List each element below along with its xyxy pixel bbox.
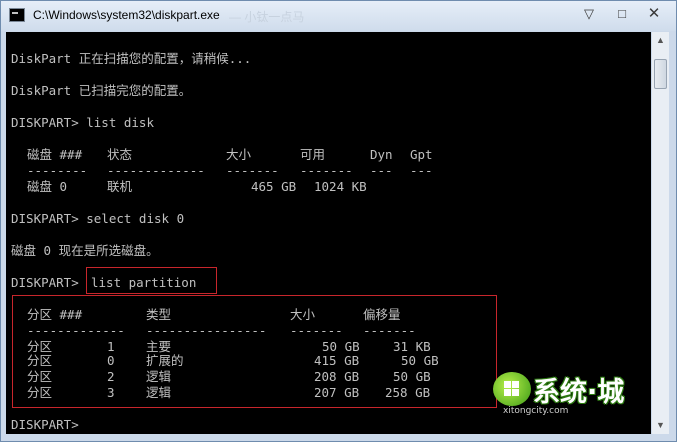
partition-row-size: 415 GB (314, 353, 360, 368)
console-line-scan-start: DiskPart 正在扫描您的配置，请稍候... (11, 51, 252, 66)
window-title: C:\Windows\system32\diskpart.exe (33, 8, 220, 22)
disk-row-num: 磁盘 0 (27, 179, 68, 194)
partition-sep-size: ------- (290, 323, 343, 338)
disk-sep-gpt: --- (410, 163, 433, 178)
scroll-down-icon[interactable]: ▼ (652, 417, 669, 434)
minimize-button[interactable]: ▽ (576, 4, 602, 24)
partition-sep-type: ---------------- (146, 323, 267, 338)
partition-row-index: 3 (107, 385, 115, 400)
disk-header-num: 磁盘 ### (27, 147, 83, 162)
table-row: 分区 (27, 353, 53, 368)
partition-row-type: 扩展的 (146, 353, 184, 368)
partition-header-type: 类型 (146, 307, 172, 322)
disk-header-size: 大小 (226, 147, 252, 162)
partition-sep-offset: ------- (363, 323, 416, 338)
partition-row-index: 0 (107, 353, 115, 368)
partition-row-offset: 258 GB (385, 385, 431, 400)
disk-row-free: 1024 KB (314, 179, 367, 194)
windows-logo-icon (493, 372, 531, 406)
table-row: 分区 (27, 369, 53, 384)
partition-row-offset: 50 GB (401, 353, 439, 368)
scroll-up-icon[interactable]: ▲ (652, 32, 669, 49)
console-line-cmd-list-disk: DISKPART> list disk (11, 115, 154, 130)
watermark-url: xitongcity.com (503, 406, 569, 416)
partition-sep-num: ------------- (27, 323, 125, 338)
disk-sep-size: ------- (226, 163, 279, 178)
console-line-cmd-select-disk: DISKPART> select disk 0 (11, 211, 185, 226)
partition-header-offset: 偏移量 (363, 307, 401, 322)
console-line-prompt: DISKPART> (11, 275, 87, 290)
disk-header-dyn: Dyn (370, 147, 393, 162)
partition-row-index: 2 (107, 369, 115, 384)
console-line-final-prompt: DISKPART> (11, 417, 87, 432)
watermark-logo: 系统·城 xitongcity.com (493, 370, 643, 422)
partition-row-type: 逻辑 (146, 385, 172, 400)
table-row: 分区 (27, 385, 53, 400)
disk-row-status: 联机 (107, 179, 133, 194)
diskpart-window: C:\Windows\system32\diskpart.exe — 小钛一点马… (0, 0, 677, 442)
partition-header-num: 分区 ### (27, 307, 83, 322)
partition-row-offset: 50 GB (393, 369, 431, 384)
vertical-scrollbar[interactable]: ▲ ▼ (652, 32, 669, 434)
partition-row-type: 逻辑 (146, 369, 172, 384)
title-bar[interactable]: C:\Windows\system32\diskpart.exe — 小钛一点马… (1, 1, 676, 31)
console-line-disk-selected: 磁盘 0 现在是所选磁盘。 (11, 243, 159, 258)
partition-row-size: 207 GB (314, 385, 360, 400)
maximize-button[interactable]: □ (609, 4, 635, 24)
disk-sep-status: ------------- (107, 163, 205, 178)
partition-row-size: 208 GB (314, 369, 360, 384)
disk-header-status: 状态 (107, 147, 133, 162)
disk-sep-num: -------- (27, 163, 88, 178)
console-line-scan-done: DiskPart 已扫描完您的配置。 (11, 83, 192, 98)
close-button[interactable]: ✕ (641, 4, 667, 24)
watermark-text: 系统·城 (533, 377, 625, 408)
command-highlight-box (86, 267, 217, 294)
partition-header-size: 大小 (290, 307, 316, 322)
disk-sep-dyn: --- (370, 163, 393, 178)
disk-header-free: 可用 (300, 147, 326, 162)
scrollbar-thumb[interactable] (654, 59, 667, 89)
disk-row-size: 465 GB (251, 179, 297, 194)
disk-sep-free: ------- (300, 163, 353, 178)
window-title-ghost: — 小钛一点马 (229, 10, 305, 24)
console-app-icon[interactable] (9, 8, 25, 22)
disk-header-gpt: Gpt (410, 147, 433, 162)
